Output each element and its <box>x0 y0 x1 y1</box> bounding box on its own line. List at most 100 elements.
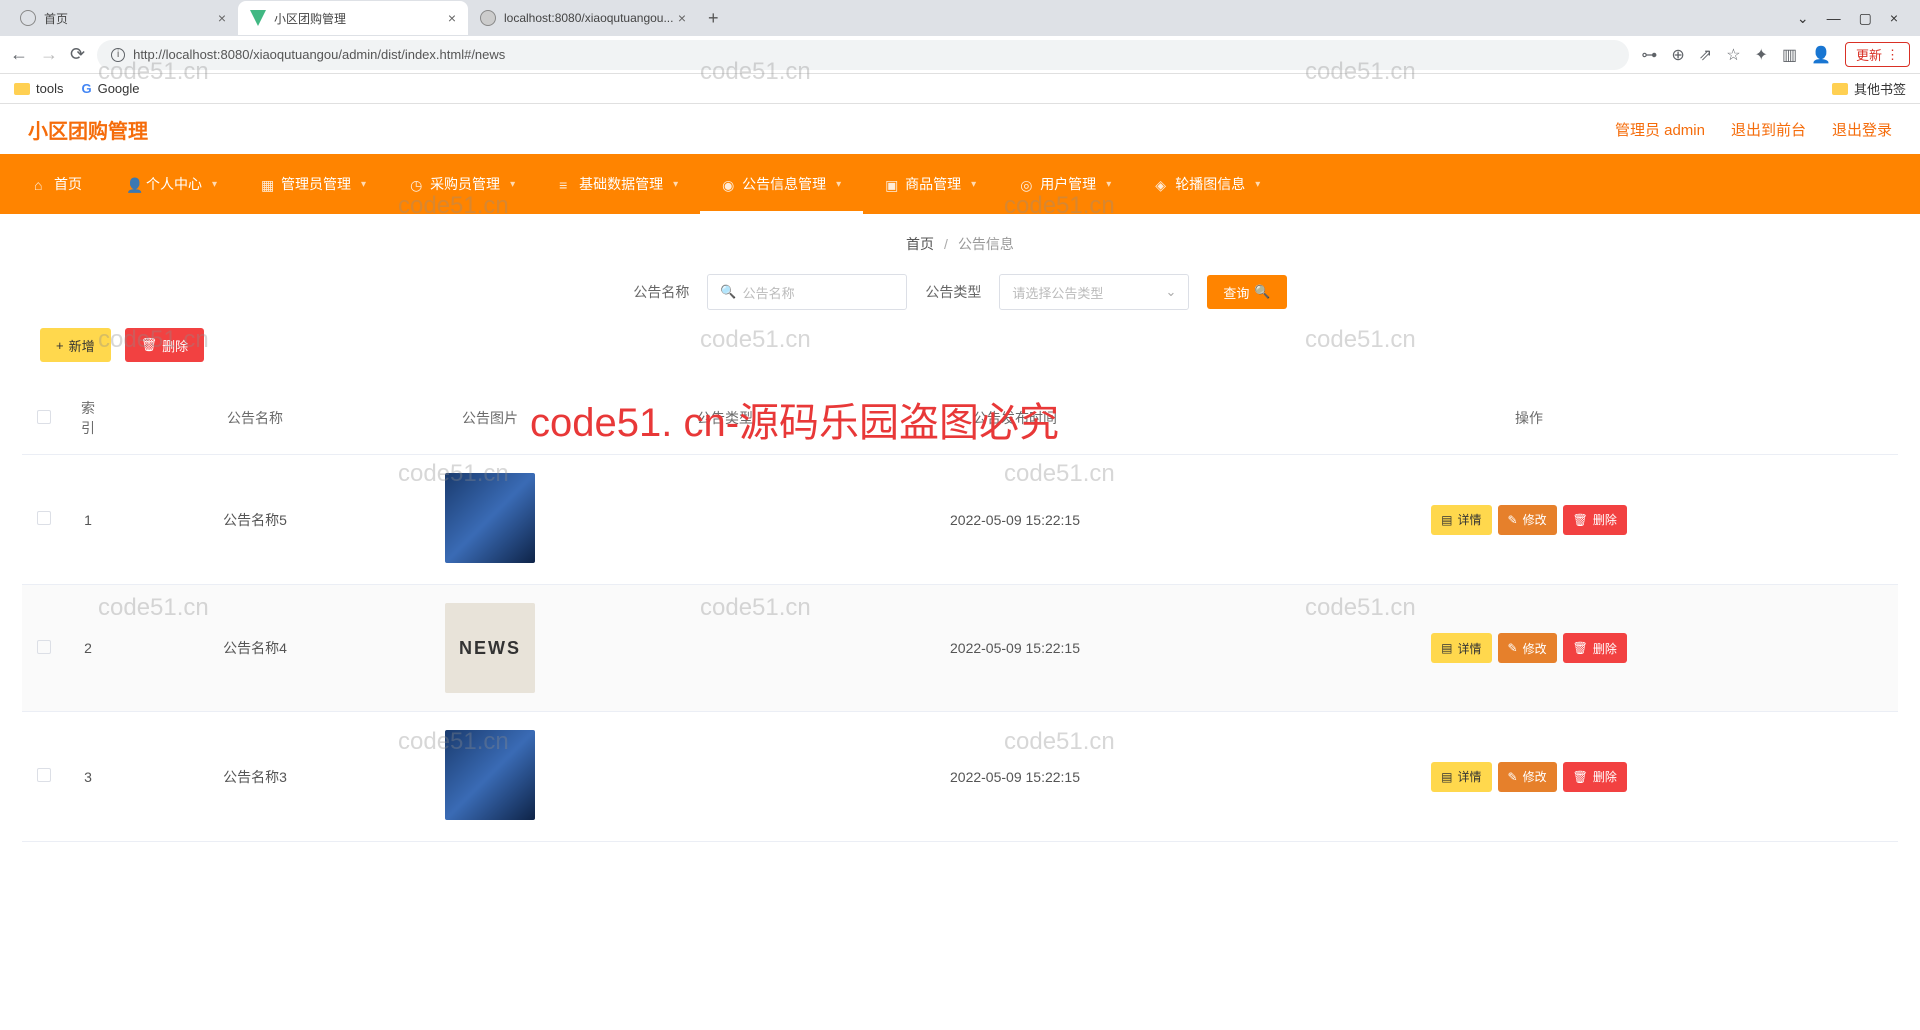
thumbnail-image[interactable] <box>445 730 535 820</box>
product-icon: ▣ <box>885 177 899 191</box>
browser-tab-2[interactable]: localhost:8080/xiaoqutuangou... × <box>468 1 698 35</box>
nav-basedata-mgmt[interactable]: ≡ 基础数据管理 ▾ <box>537 154 700 214</box>
bookmarks-bar: tools G Google 其他书签 <box>0 74 1920 104</box>
row-delete-button[interactable]: 🗑 删除 <box>1563 762 1627 792</box>
type-label: 公告类型 <box>925 282 981 302</box>
detail-button[interactable]: ▤ 详情 <box>1431 505 1491 535</box>
reload-button[interactable]: ⟳ <box>70 44 85 65</box>
logout-link[interactable]: 退出登录 <box>1832 119 1892 140</box>
url-input[interactable]: i http://localhost:8080/xiaoqutuangou/ad… <box>97 40 1629 70</box>
close-icon[interactable]: × <box>1890 10 1898 27</box>
nav-notice-mgmt[interactable]: ◉ 公告信息管理 ▾ <box>700 154 863 214</box>
cell-type <box>580 455 870 585</box>
tab-title: 首页 <box>44 10 68 27</box>
back-button[interactable]: ← <box>10 44 28 65</box>
nav-admin-mgmt[interactable]: ▦ 管理员管理 ▾ <box>239 154 388 214</box>
folder-icon <box>1832 83 1848 95</box>
header-actions: 管理员 admin 退出到前台 退出登录 <box>1615 119 1892 140</box>
admin-icon: ▦ <box>261 177 275 191</box>
extensions-icon[interactable]: ✦ <box>1755 45 1768 65</box>
browser-tab-1[interactable]: 小区团购管理 × <box>238 1 468 35</box>
other-bookmarks[interactable]: 其他书签 <box>1832 79 1906 98</box>
type-select[interactable]: 请选择公告类型 ⌄ <box>999 274 1189 310</box>
cell-type <box>580 712 870 842</box>
minimize-icon[interactable]: — <box>1827 10 1841 27</box>
edit-icon: ✎ <box>1508 513 1518 527</box>
folder-icon <box>14 83 30 95</box>
forward-button[interactable]: → <box>40 44 58 65</box>
breadcrumb-home[interactable]: 首页 <box>906 234 934 254</box>
edit-button[interactable]: ✎ 修改 <box>1498 762 1557 792</box>
row-delete-button[interactable]: 🗑 删除 <box>1563 633 1627 663</box>
browser-tab-0[interactable]: 首页 × <box>8 1 238 35</box>
detail-button[interactable]: ▤ 详情 <box>1431 762 1491 792</box>
new-tab-button[interactable]: + <box>698 8 729 29</box>
delete-button[interactable]: 🗑 删除 <box>125 328 205 362</box>
close-icon[interactable]: × <box>218 10 226 26</box>
nav-product-mgmt[interactable]: ▣ 商品管理 ▾ <box>863 154 998 214</box>
row-checkbox[interactable] <box>37 640 51 654</box>
close-icon[interactable]: × <box>448 10 456 26</box>
trash-icon: 🗑 <box>1573 770 1588 784</box>
row-actions: ▤ 详情✎ 修改🗑 删除 <box>1170 505 1888 535</box>
chevron-down-icon: ⌄ <box>1165 284 1176 300</box>
notice-icon: ◉ <box>722 177 736 191</box>
key-icon[interactable]: ⊶ <box>1641 45 1657 65</box>
close-icon[interactable]: × <box>678 10 686 26</box>
dropdown-icon[interactable]: ⌄ <box>1797 10 1809 27</box>
update-button[interactable]: 更新⋮ <box>1845 42 1910 67</box>
maximize-icon[interactable]: ▢ <box>1859 10 1872 27</box>
edit-button[interactable]: ✎ 修改 <box>1498 505 1557 535</box>
avatar-icon[interactable]: 👤 <box>1811 45 1831 65</box>
table-row: 3公告名称32022-05-09 15:22:15▤ 详情✎ 修改🗑 删除 <box>22 712 1898 842</box>
th-name: 公告名称 <box>110 382 400 455</box>
thumbnail-image[interactable]: NEWS <box>445 603 535 693</box>
addr-right: ⊶ ⊕ ⇗ ☆ ✦ ▥ 👤 更新⋮ <box>1641 42 1910 67</box>
share-icon[interactable]: ⇗ <box>1699 45 1712 65</box>
cell-index: 1 <box>66 455 110 585</box>
action-row: + 新增 🗑 删除 <box>22 328 1898 362</box>
admin-label[interactable]: 管理员 admin <box>1615 119 1705 140</box>
row-delete-button[interactable]: 🗑 删除 <box>1563 505 1627 535</box>
url-text: http://localhost:8080/xiaoqutuangou/admi… <box>133 47 505 62</box>
bookmark-google[interactable]: G Google <box>81 81 139 96</box>
star-icon[interactable]: ☆ <box>1726 45 1740 65</box>
separator: / <box>944 236 948 252</box>
table-header-row: 索引 公告名称 公告图片 公告类型 公告发布时间 操作 <box>22 382 1898 455</box>
cell-time: 2022-05-09 15:22:15 <box>870 712 1160 842</box>
nav-personal[interactable]: 👤 个人中心 ▾ <box>104 154 239 214</box>
panel-icon[interactable]: ▥ <box>1782 45 1797 65</box>
main-nav: ⌂ 首页 👤 个人中心 ▾ ▦ 管理员管理 ▾ ◷ 采购员管理 ▾ ≡ 基础数据… <box>0 154 1920 214</box>
trash-icon: 🗑 <box>1573 513 1588 527</box>
thumbnail-image[interactable] <box>445 473 535 563</box>
window-controls: ⌄ — ▢ × <box>1797 10 1912 27</box>
select-all-checkbox[interactable] <box>37 410 51 424</box>
add-button[interactable]: + 新增 <box>40 328 111 362</box>
logout-front-link[interactable]: 退出到前台 <box>1731 119 1806 140</box>
vue-icon <box>250 10 266 26</box>
cell-type <box>580 585 870 712</box>
row-checkbox[interactable] <box>37 768 51 782</box>
nav-home[interactable]: ⌂ 首页 <box>12 154 104 214</box>
chevron-down-icon: ▾ <box>212 179 217 190</box>
table-row: 1公告名称52022-05-09 15:22:15▤ 详情✎ 修改🗑 删除 <box>22 455 1898 585</box>
nav-purchaser-mgmt[interactable]: ◷ 采购员管理 ▾ <box>388 154 537 214</box>
search-icon: 🔍 <box>720 284 736 300</box>
query-button[interactable]: 查询 🔍 <box>1207 275 1286 309</box>
nav-user-mgmt[interactable]: ◎ 用户管理 ▾ <box>998 154 1133 214</box>
row-actions: ▤ 详情✎ 修改🗑 删除 <box>1170 633 1888 663</box>
name-label: 公告名称 <box>633 282 689 302</box>
info-icon: i <box>111 48 125 62</box>
tab-title: 小区团购管理 <box>274 10 346 27</box>
trash-icon: 🗑 <box>141 337 158 353</box>
edit-button[interactable]: ✎ 修改 <box>1498 633 1557 663</box>
detail-button[interactable]: ▤ 详情 <box>1431 633 1491 663</box>
nav-carousel[interactable]: ◈ 轮播图信息 ▾ <box>1133 154 1282 214</box>
row-checkbox[interactable] <box>37 511 51 525</box>
notice-table: 索引 公告名称 公告图片 公告类型 公告发布时间 操作 1公告名称52022-0… <box>22 382 1898 842</box>
cell-index: 2 <box>66 585 110 712</box>
bookmark-tools[interactable]: tools <box>14 81 63 96</box>
zoom-icon[interactable]: ⊕ <box>1671 45 1684 65</box>
globe-icon <box>480 10 496 26</box>
name-input[interactable]: 🔍 公告名称 <box>707 274 907 310</box>
